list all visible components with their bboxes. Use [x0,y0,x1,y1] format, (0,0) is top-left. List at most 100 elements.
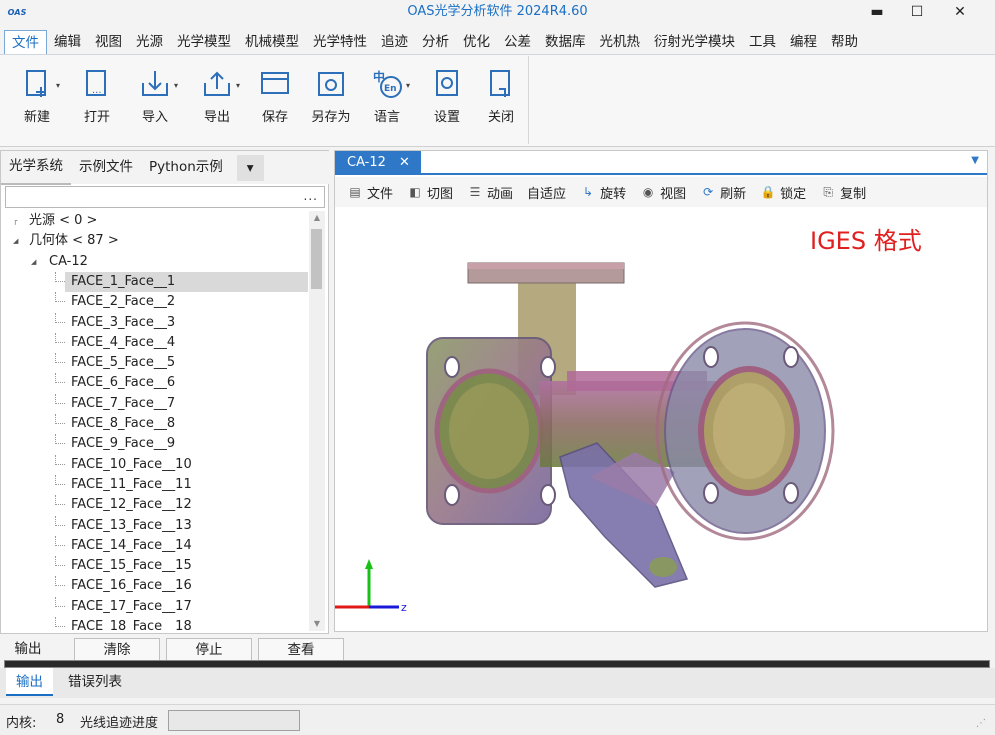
tab-output[interactable]: 输出 [6,668,53,696]
language-button[interactable]: 中 En ▾ 语言 [362,63,412,139]
tree-item[interactable]: FACE_7_Face__7 [55,393,308,414]
left-tab-2[interactable]: Python示例 [141,151,231,184]
close-file-button[interactable]: 关闭 [476,63,526,139]
cut-view-icon: ◧ [409,185,421,199]
view-button[interactable]: 查看 [258,638,344,660]
viewer-view-button[interactable]: ◉ 视图 [640,183,686,202]
tab-dropdown-icon[interactable]: ▼ [971,155,979,166]
menu-item-12[interactable]: 光机热 [593,30,648,54]
menu-item-1[interactable]: 编辑 [47,30,88,54]
viewer-document-button[interactable]: ▤ 文件 [347,183,393,202]
export-icon [204,71,230,96]
trace-progress-label: 光线追迹进度 [80,716,159,731]
menu-item-14[interactable]: 工具 [742,30,783,54]
expand-icon[interactable]: ◢ [13,231,18,251]
output-tabs: 输出 错误列表 [0,668,995,698]
left-tab-0[interactable]: 光学系统 [1,150,71,185]
export-button[interactable]: ▾ 导出 [192,63,242,139]
menu-item-8[interactable]: 分析 [415,30,456,54]
left-tab-1[interactable]: 示例文件 [71,151,141,184]
tree-item[interactable]: ◢ CA-12 [3,252,308,272]
close-window-button[interactable]: ✕ [940,0,980,24]
tree-connector [55,373,65,384]
tree-item[interactable]: FACE_5_Face__5 [55,353,308,373]
scroll-thumb[interactable] [311,229,322,289]
menu-item-7[interactable]: 追迹 [374,30,415,54]
settings-button[interactable]: 设置 [422,63,472,139]
import-button[interactable]: ▾ 导入 [130,63,180,139]
menu-item-11[interactable]: 数据库 [538,30,593,54]
tree-item[interactable]: FACE_1_Face__1 [55,271,308,292]
menu-item-3[interactable]: 光源 [129,30,170,54]
minimize-button[interactable]: ▬ [857,0,897,24]
tree-item[interactable]: FACE_15_Face__15 [55,556,308,576]
tree-item[interactable]: FACE_11_Face__11 [55,474,308,495]
maximize-button[interactable]: ☐ [897,0,937,24]
viewer-copy-button[interactable]: ⎘ 复制 [820,183,866,202]
tree-item-label: FACE_2_Face__2 [71,294,176,310]
menu-item-16[interactable]: 帮助 [824,30,865,54]
tree-item-label: FACE_4_Face__4 [71,334,176,350]
tab-close-icon[interactable]: ✕ [399,151,410,175]
viewer-lock-button[interactable]: 🔒 锁定 [760,183,807,202]
tree-item[interactable]: FACE_4_Face__4 [55,332,308,353]
tree-search-input[interactable]: ... [5,186,325,208]
save-as-icon [318,72,344,96]
rotate-icon: ↳ [583,185,594,199]
menu-item-6[interactable]: 光学特性 [306,30,374,54]
tree-item[interactable]: FACE_2_Face__2 [55,292,308,312]
tree-item[interactable]: FACE_17_Face__17 [55,596,308,617]
tree-item[interactable]: ┌ 光源 < 0 > [3,211,308,231]
menu-item-13[interactable]: 衍射光学模块 [647,30,742,54]
viewer-button-label: 动画 [487,186,514,202]
viewer-rotate-button[interactable]: ↳ 旋转 [580,183,626,202]
expand-icon[interactable]: ◢ [31,252,36,272]
save-button[interactable]: 保存 [250,63,300,139]
viewer-refresh-button[interactable]: ⟳ 刷新 [700,183,746,202]
open-file-button[interactable]: ... 打开 [72,63,122,139]
model-render: z [335,262,835,614]
menu-item-10[interactable]: 公差 [497,30,538,54]
scroll-down-icon[interactable]: ▼ [309,617,325,631]
menu-item-2[interactable]: 视图 [88,30,129,54]
chevron-down-icon: ▾ [236,81,241,90]
tree-item[interactable]: FACE_14_Face__14 [55,535,308,556]
new-file-button[interactable]: ▾ 新建 [12,63,62,139]
tab-ca-12[interactable]: CA-12 ✕ [335,151,421,175]
tree-item[interactable]: FACE_13_Face__13 [55,515,308,536]
tab-error-list[interactable]: 错误列表 [58,668,132,696]
search-more-button[interactable]: ... [304,189,318,203]
tree-item-label: FACE_15_Face__15 [71,558,192,574]
chevron-down-icon: ▾ [56,81,61,90]
tree-item[interactable]: FACE_6_Face__6 [55,373,308,393]
viewer-animation-button[interactable]: ☰ 动画 [467,183,513,202]
save-as-button[interactable]: 另存为 [306,63,356,139]
tree-item[interactable]: FACE_8_Face__8 [55,414,308,434]
tree-scrollbar[interactable]: ▲ ▼ [309,211,325,631]
tree-item[interactable]: FACE_16_Face__16 [55,576,308,596]
viewer-cut-view-button[interactable]: ◧ 切图 [407,183,453,202]
resize-grip-icon[interactable]: ⋰ [976,718,987,729]
menu-item-9[interactable]: 优化 [456,30,497,54]
tree-item-label: CA-12 [49,253,88,269]
menu-item-0[interactable]: 文件 [4,30,47,54]
tree-item[interactable]: FACE_9_Face__9 [55,434,308,454]
tree-item[interactable]: FACE_10_Face__10 [55,454,308,475]
tree-item[interactable]: FACE_18_Face__18 [55,617,308,631]
3d-viewport[interactable]: IGES 格式 z [335,207,987,631]
menu-item-5[interactable]: 机械模型 [238,30,306,54]
tree-item[interactable]: FACE_12_Face__12 [55,495,308,515]
tree-connector [55,312,65,323]
tree-item-label: FACE_13_Face__13 [71,517,192,533]
tree-connector [55,474,65,485]
tree-item[interactable]: ◢ 几何体 < 87 > [3,231,308,251]
menu-item-4[interactable]: 光学模型 [170,30,238,54]
viewer-fit-button[interactable]: 自适应 [527,183,566,202]
clear-button[interactable]: 清除 [74,638,160,660]
scroll-up-icon[interactable]: ▲ [309,211,325,225]
tab-overflow-icon[interactable]: ▾ [236,154,264,181]
menu-item-15[interactable]: 编程 [783,30,824,54]
stop-button[interactable]: 停止 [166,638,252,660]
tree-item[interactable]: FACE_3_Face__3 [55,312,308,333]
viewer-button-label: 刷新 [720,186,747,202]
